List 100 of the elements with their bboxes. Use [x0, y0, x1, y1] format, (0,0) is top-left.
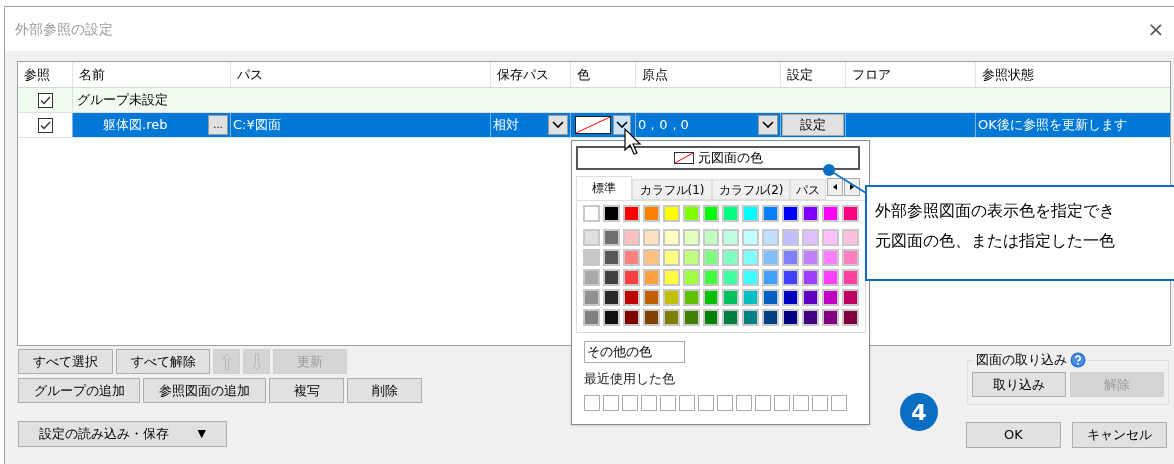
palette-tab[interactable]: 標準	[576, 176, 632, 200]
color-swatch[interactable]	[762, 309, 780, 326]
color-swatch[interactable]	[702, 205, 720, 222]
color-swatch[interactable]	[682, 269, 700, 286]
color-swatch[interactable]	[822, 249, 839, 266]
color-swatch[interactable]	[602, 309, 620, 326]
color-swatch[interactable]	[762, 269, 780, 286]
color-swatch[interactable]	[742, 229, 760, 246]
toolbar-button[interactable]: グループの追加	[18, 378, 140, 403]
color-swatch[interactable]	[702, 269, 720, 286]
color-swatch[interactable]	[802, 269, 820, 286]
color-swatch[interactable]	[762, 205, 780, 222]
color-swatch[interactable]	[622, 249, 640, 266]
original-color-button[interactable]: 元図面の色	[576, 146, 860, 170]
checkbox[interactable]	[37, 92, 53, 108]
color-swatch[interactable]	[782, 249, 800, 266]
color-swatch[interactable]	[742, 309, 760, 326]
color-swatch[interactable]	[602, 289, 620, 306]
color-swatch[interactable]	[662, 205, 680, 222]
color-swatch[interactable]	[642, 289, 660, 306]
help-icon[interactable]	[1070, 351, 1086, 368]
color-swatch[interactable]	[602, 269, 620, 286]
color-swatch[interactable]	[642, 269, 660, 286]
color-swatch[interactable]	[682, 309, 700, 326]
palette-tab[interactable]: カラフル(1)	[632, 179, 712, 200]
color-swatch[interactable]	[842, 289, 859, 306]
color-swatch[interactable]	[822, 229, 839, 246]
color-swatch[interactable]	[762, 249, 780, 266]
color-swatch[interactable]	[702, 289, 720, 306]
color-swatch[interactable]	[642, 229, 660, 246]
color-swatch[interactable]	[822, 269, 839, 286]
group-row[interactable]: グループ未設定	[72, 88, 1170, 112]
color-swatch[interactable]	[622, 289, 640, 306]
color-swatch[interactable]	[842, 269, 859, 286]
color-swatch[interactable]	[662, 289, 680, 306]
selected-row-highlight[interactable]: 躯体図.reb ... C:¥図面 相対 0，0，0 設定 OK後に参照を更新します	[72, 113, 1170, 137]
color-swatch[interactable]	[822, 205, 839, 222]
color-swatch[interactable]	[662, 229, 680, 246]
browse-button[interactable]: ...	[208, 115, 228, 135]
color-swatch[interactable]	[722, 269, 740, 286]
color-swatch[interactable]	[642, 309, 660, 326]
color-swatch[interactable]	[702, 249, 720, 266]
color-swatch[interactable]	[722, 249, 740, 266]
color-swatch[interactable]	[622, 229, 640, 246]
color-swatch[interactable]	[762, 289, 780, 306]
toolbar-button[interactable]: 複写	[269, 378, 344, 403]
color-swatch[interactable]	[782, 309, 800, 326]
color-swatch[interactable]	[802, 289, 820, 306]
color-swatch[interactable]	[782, 269, 800, 286]
color-swatch[interactable]	[642, 205, 660, 222]
color-swatch[interactable]	[742, 249, 760, 266]
color-swatch[interactable]	[722, 309, 740, 326]
cancel-button[interactable]: キャンセル	[1072, 422, 1167, 448]
color-swatch[interactable]	[782, 289, 800, 306]
color-swatch[interactable]	[842, 309, 859, 326]
color-swatch[interactable]	[822, 289, 839, 306]
color-swatch[interactable]	[662, 309, 680, 326]
close-button[interactable]: ×	[1144, 17, 1168, 41]
color-swatch[interactable]	[702, 309, 720, 326]
color-swatch[interactable]	[583, 269, 600, 286]
color-swatch[interactable]	[742, 205, 760, 222]
color-swatch[interactable]	[682, 229, 700, 246]
color-swatch[interactable]	[642, 249, 660, 266]
color-swatch[interactable]	[602, 229, 620, 246]
color-swatch[interactable]	[762, 229, 780, 246]
color-swatch[interactable]	[583, 229, 600, 246]
color-swatch[interactable]	[802, 309, 820, 326]
color-swatch[interactable]	[662, 249, 680, 266]
dropdown-arrow-button[interactable]	[548, 115, 568, 135]
color-swatch[interactable]	[742, 289, 760, 306]
dropdown-arrow-button[interactable]	[758, 115, 778, 135]
toolbar-button[interactable]: 削除	[347, 378, 422, 403]
toolbar-button[interactable]: すべて解除	[116, 349, 210, 374]
color-swatch[interactable]	[742, 269, 760, 286]
color-swatch[interactable]	[583, 249, 600, 266]
color-swatch[interactable]	[622, 269, 640, 286]
color-swatch[interactable]	[842, 229, 859, 246]
color-swatch[interactable]	[583, 205, 600, 222]
color-swatch[interactable]	[842, 249, 859, 266]
color-swatch[interactable]	[602, 205, 620, 222]
setting-button[interactable]: 設定	[782, 114, 844, 136]
color-swatch[interactable]	[622, 309, 640, 326]
color-swatch[interactable]	[583, 289, 600, 306]
toolbar-button[interactable]: すべて選択	[18, 349, 113, 374]
dropdown-arrow-button[interactable]	[613, 115, 631, 135]
toolbar-button[interactable]: 参照図面の追加	[143, 378, 266, 403]
other-colors-button[interactable]: その他の色	[584, 341, 685, 363]
color-swatch[interactable]	[682, 249, 700, 266]
color-swatch[interactable]	[722, 229, 740, 246]
import-button[interactable]: 取り込み	[972, 372, 1066, 397]
color-swatch[interactable]	[662, 269, 680, 286]
color-swatch[interactable]	[782, 205, 800, 222]
color-swatch[interactable]	[802, 205, 820, 222]
checkbox[interactable]	[37, 117, 53, 133]
color-swatch[interactable]	[842, 205, 859, 222]
color-swatch[interactable]	[702, 229, 720, 246]
color-swatch[interactable]	[622, 205, 640, 222]
settings-menu-button[interactable]: 設定の読み込み・保存 ▼	[18, 421, 227, 447]
palette-tab[interactable]: カラフル(2)	[712, 179, 790, 200]
ok-button[interactable]: OK	[966, 422, 1061, 448]
